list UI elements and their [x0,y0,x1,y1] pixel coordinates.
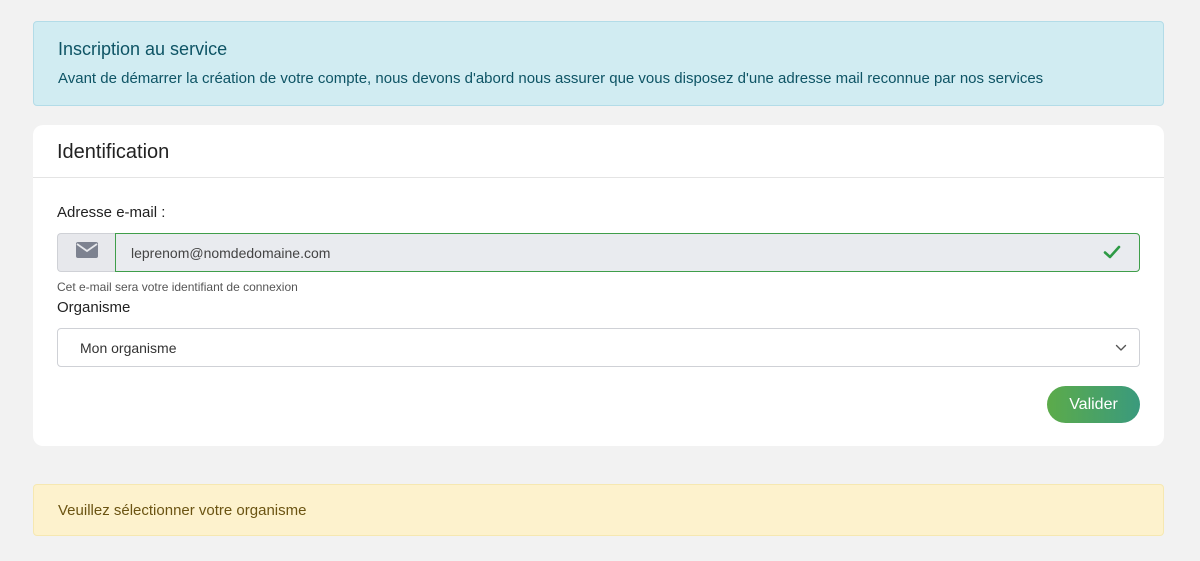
email-input-group: leprenom@nomdedomaine.com [57,233,1140,272]
organisation-select[interactable]: Mon organisme [57,328,1140,367]
organisation-selected-value: Mon organisme [80,339,177,356]
email-value: leprenom@nomdedomaine.com [131,244,331,261]
envelope-icon [75,242,98,263]
warning-alert: Veuillez sélectionner votre organisme [33,484,1164,536]
info-alert-title: Inscription au service [58,39,228,59]
validate-button[interactable]: Valider [1047,386,1140,423]
info-alert: Inscription au service Avant de démarrer… [33,21,1164,106]
email-field[interactable]: leprenom@nomdedomaine.com [115,233,1140,272]
warning-alert-message: Veuillez sélectionner votre organisme [58,501,307,519]
info-alert-description: Avant de démarrer la création de votre c… [58,70,1044,87]
checkmark-icon [1103,243,1121,266]
chevron-down-icon [1115,339,1127,357]
email-addon [57,233,115,272]
card-header: Identification [33,125,1164,178]
identification-card: Identification Adresse e-mail : leprenom… [33,125,1164,446]
email-label: Adresse e-mail : [57,204,166,221]
email-hint: Cet e-mail sera votre identifiant de con… [57,280,298,294]
organisation-label: Organisme [57,299,131,316]
card-title: Identification [57,141,170,163]
